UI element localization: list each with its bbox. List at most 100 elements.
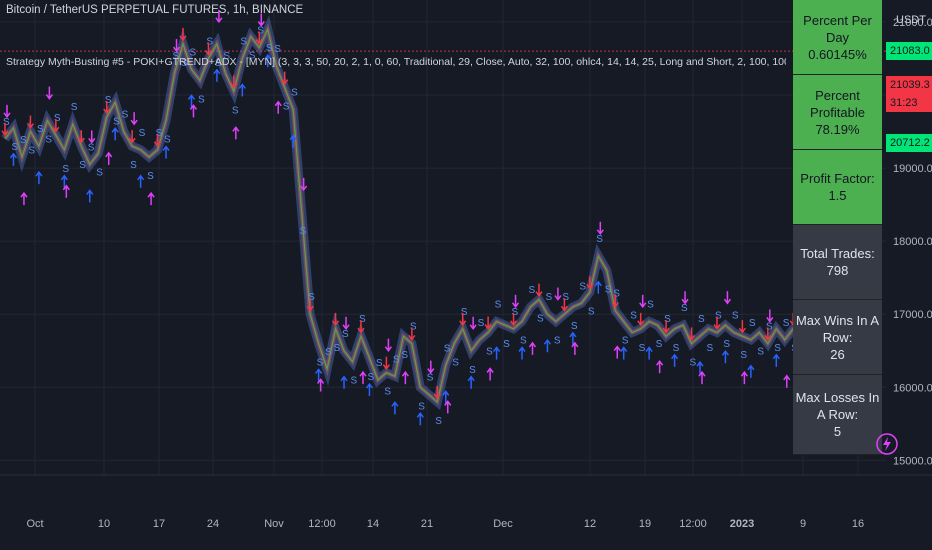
sell-signal-label: S	[562, 292, 569, 303]
sell-signal-label: S	[528, 285, 535, 296]
buy-signal-label: S	[706, 343, 713, 354]
x-tick-label: 19	[639, 518, 651, 530]
buy-signal-label: S	[401, 350, 408, 361]
buy-signal-label: S	[639, 343, 646, 354]
x-tick-label: 16	[852, 518, 864, 530]
buy-signal-label: S	[571, 321, 578, 332]
sell-signal-label: S	[495, 300, 502, 311]
y-tick-label: 19000.0	[893, 163, 932, 175]
buy-signal-label: S	[79, 160, 86, 171]
buy-signal-label: S	[673, 343, 680, 354]
x-tick-label: 12	[584, 518, 596, 530]
buy-signal-label: S	[605, 284, 612, 295]
stat-value: 78.19%	[815, 121, 860, 137]
signal-bands	[1, 14, 882, 411]
buy-signal-label: S	[588, 306, 595, 317]
buy-signal-label: S	[435, 416, 442, 427]
sell-signal-label: S	[613, 289, 620, 300]
buy-signal-label: S	[774, 343, 781, 354]
sell-signal-label: S	[427, 373, 434, 384]
x-tick-label: 12:00	[308, 518, 336, 530]
sell-signal-label: S	[647, 300, 654, 311]
buy-signal-label: S	[452, 357, 459, 368]
buy-signal-label: S	[130, 160, 137, 171]
stat-box: Profit Factor: 1.5	[793, 150, 882, 225]
stat-label: Total Trades:	[800, 246, 875, 261]
sell-signal-label: S	[596, 234, 603, 245]
stat-value: 1.5	[828, 188, 847, 203]
buy-signal-label: S	[622, 336, 629, 347]
stat-label: Max Losses In A Row:	[795, 390, 880, 422]
x-tick-label: 24	[207, 518, 219, 530]
price-tag: 21083.0	[886, 42, 932, 60]
buy-signal-label: S	[300, 226, 307, 237]
buy-signal-label: S	[554, 336, 561, 347]
buy-signal-label: S	[367, 372, 374, 383]
buy-signal-label: S	[384, 387, 391, 398]
sell-signal-label: S	[376, 358, 383, 369]
sell-signal-label: S	[122, 110, 129, 121]
stat-box: Max Losses In A Row: 5	[793, 375, 882, 455]
sell-signal-label: S	[681, 303, 688, 314]
sell-signal-label: S	[545, 292, 552, 303]
buy-signal-label: S	[164, 135, 171, 146]
sell-signal-label: S	[3, 117, 10, 128]
buy-signal-label: S	[723, 339, 730, 350]
sell-signal-label: S	[37, 124, 44, 135]
buy-signal-label: S	[113, 116, 120, 127]
lightning-logo-icon[interactable]	[875, 432, 899, 456]
sell-signal-label: S	[444, 343, 451, 354]
x-tick-label: 12:00	[679, 518, 707, 530]
sell-signal-label: S	[410, 321, 417, 332]
red-signal-band	[3, 18, 880, 406]
stat-label: Percent Per Day	[803, 12, 872, 45]
buy-signal-label: S	[147, 171, 154, 182]
stat-value: 798	[826, 263, 849, 278]
buy-signal-label: S	[62, 164, 69, 175]
sell-signal-label: S	[664, 314, 671, 325]
x-tick-label: 14	[367, 518, 379, 530]
buy-signal-label: S	[418, 401, 425, 412]
stat-box: Percent Per Day 0.60145%	[793, 0, 882, 75]
stat-box: Max Wins In A Row: 26	[793, 300, 882, 375]
buy-signal-label: S	[317, 357, 324, 368]
sell-signal-label: S	[732, 311, 739, 322]
strategy-legend[interactable]: Strategy Myth-Busting #5 - POKI+GTREND+A…	[6, 55, 786, 69]
buy-signal-label: S	[198, 94, 205, 105]
buy-signal-label: S	[757, 347, 764, 358]
buy-signal-label: S	[45, 135, 52, 146]
sell-signal-label: S	[698, 314, 705, 325]
sell-signal-label: S	[156, 128, 163, 139]
price-series	[4, 20, 879, 404]
x-tick-label: 21	[421, 518, 433, 530]
sell-signal-label: S	[579, 281, 586, 292]
stat-label: Max Wins In A Row:	[795, 312, 880, 345]
x-tick-label: Oct	[26, 518, 43, 530]
x-tick-label: 2023	[730, 518, 754, 530]
sell-signal-label: S	[308, 292, 315, 303]
x-tick-label: 9	[800, 518, 806, 530]
stat-label: Percent Profitable	[810, 87, 865, 120]
price-tag: 31:23	[886, 94, 932, 112]
sell-signal-label: S	[783, 318, 790, 329]
currency-label[interactable]: USDT	[896, 14, 926, 26]
buy-signal-label: S	[656, 339, 663, 350]
blue-signal-band	[1, 14, 882, 411]
buy-signal-label: S	[469, 365, 476, 376]
stat-box: Percent Profitable 78.19%	[793, 75, 882, 150]
buy-signal-label: S	[351, 376, 358, 387]
stat-label: Profit Factor:	[800, 171, 875, 186]
sell-signal-label: S	[325, 347, 332, 358]
price-tag: 21039.3	[886, 76, 932, 94]
stat-box: Total Trades: 798	[793, 225, 882, 300]
price-line	[4, 20, 879, 404]
chart-header: Bitcoin / TetherUS PERPETUAL FUTURES, 1h…	[6, 0, 786, 69]
sell-signal-label: S	[478, 318, 485, 329]
symbol-title[interactable]: Bitcoin / TetherUS PERPETUAL FUTURES, 1h…	[6, 2, 786, 19]
buy-signal-label: S	[28, 146, 35, 157]
sell-signal-label: S	[766, 321, 773, 332]
buy-signal-label: S	[334, 343, 341, 354]
sell-signal-label: S	[20, 135, 27, 146]
stat-value: 26	[830, 346, 845, 362]
sell-signal-label: S	[139, 128, 146, 139]
